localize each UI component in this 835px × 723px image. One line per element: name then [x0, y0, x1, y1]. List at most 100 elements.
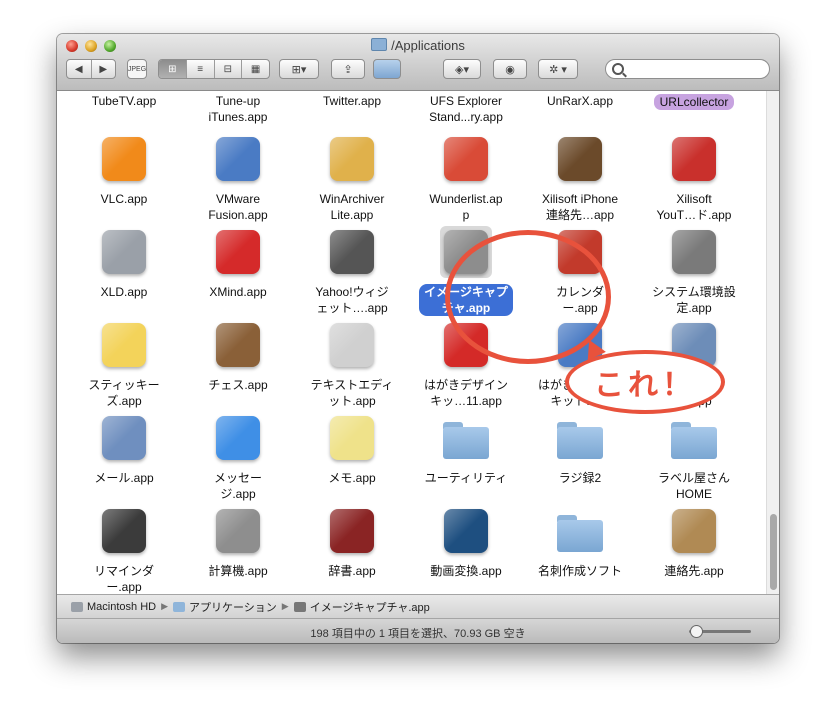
file-item[interactable]: Twitter.app — [295, 93, 409, 109]
file-item[interactable]: メモ.app — [295, 412, 409, 486]
widget-gear-icon-shape — [330, 230, 374, 274]
address-book-icon — [554, 133, 606, 185]
dropbox-button[interactable]: ◈ ▾ — [443, 59, 481, 79]
stickies-icon — [98, 319, 150, 371]
file-item[interactable]: メッセー ジ.app — [181, 412, 295, 502]
notes-icon — [326, 412, 378, 464]
forward-button[interactable]: ▶ — [92, 60, 116, 78]
file-item[interactable]: 計算機.app — [181, 505, 295, 579]
system-prefs-gear-icon-shape — [672, 230, 716, 274]
file-label: 連絡先.app — [664, 564, 724, 578]
path-item[interactable]: イメージキャプチャ.app — [310, 599, 430, 615]
file-label: Twitter.app — [322, 94, 382, 108]
file-item[interactable]: 名刺作成ソフト — [523, 505, 637, 579]
coverflow-view-button[interactable]: ▦ — [242, 60, 269, 78]
file-item[interactable]: Tune-up iTunes.app — [181, 93, 295, 125]
textedit-icon — [326, 319, 378, 371]
file-item[interactable]: Xilisoft iPhone 連絡先…app — [523, 133, 637, 223]
xld-icon — [98, 226, 150, 278]
file-item[interactable]: Yahoo!ウィジ ェット….app — [295, 226, 409, 316]
path-separator-icon: ▶ — [161, 601, 168, 611]
file-item[interactable]: WinArchiver Lite.app — [295, 133, 409, 223]
system-prefs-gear-icon — [668, 226, 720, 278]
file-item[interactable]: UnRarX.app — [523, 93, 637, 109]
youtube-icon-shape — [672, 137, 716, 181]
scroll-thumb[interactable] — [770, 514, 777, 590]
path-separator-icon: ▶ — [281, 601, 289, 611]
quicklook-button[interactable]: ◉ — [493, 59, 527, 79]
calculator-icon — [212, 505, 264, 557]
file-item[interactable]: UFS Explorer Stand...ry.app — [409, 93, 523, 125]
eye-icon: ◉ — [505, 63, 515, 76]
file-item[interactable]: リマインダ ー.app — [67, 505, 181, 594]
messages-bubble-icon — [212, 412, 264, 464]
file-item[interactable]: メール.app — [67, 412, 181, 486]
icon-size-slider[interactable] — [689, 625, 751, 638]
file-item[interactable]: 動画変換.app — [409, 505, 523, 579]
back-button[interactable]: ◀ — [67, 60, 92, 78]
toolbar: /Applications ◀ ▶ JPEG ⊞ ≡ ⊟ ▦ ⊞ ▾ ⇪ ◈ ▾ ◉… — [57, 34, 779, 91]
nav-buttons: ◀ ▶ — [66, 59, 116, 79]
file-label: Xilisoft YouT…ド.app — [656, 192, 732, 222]
stickies-icon-shape — [102, 323, 146, 367]
file-item[interactable]: URLcollector — [637, 93, 751, 111]
share-button[interactable]: ⇪ — [331, 59, 365, 79]
file-item[interactable]: XLD.app — [67, 226, 181, 300]
file-item[interactable]: ラベル屋さん HOME — [637, 412, 751, 502]
file-label: リマインダ ー.app — [93, 564, 154, 594]
file-label: XMind.app — [209, 285, 267, 299]
gear-icon: ✲ ▾ — [549, 63, 567, 76]
jpeg-file-icon[interactable]: JPEG — [127, 59, 147, 79]
mail-stamp-icon-shape — [102, 416, 146, 460]
file-item[interactable]: システム環境設 定.app — [637, 226, 751, 316]
vmware-icon-shape — [216, 137, 260, 181]
search-field[interactable] — [605, 59, 770, 79]
action-button[interactable]: ✲ ▾ — [538, 59, 578, 79]
finder-window: /Applications ◀ ▶ JPEG ⊞ ≡ ⊟ ▦ ⊞ ▾ ⇪ ◈ ▾ ◉… — [57, 34, 779, 643]
file-label: ラジ録2 — [558, 471, 602, 485]
wunderlist-icon-shape — [444, 137, 488, 181]
search-icon — [612, 63, 624, 75]
arrange-button[interactable]: ⊞ ▾ — [279, 59, 319, 79]
file-label: 名刺作成ソフト — [537, 564, 622, 578]
wunderlist-icon — [440, 133, 492, 185]
path-item[interactable]: アプリケーション — [189, 599, 277, 615]
file-label: はがきデザイン キッ…11.app — [423, 378, 508, 408]
file-item[interactable]: ユーティリティ — [409, 412, 523, 486]
dictionary-icon — [326, 505, 378, 557]
file-label: WinArchiver Lite.app — [319, 192, 385, 222]
xld-icon-shape — [102, 230, 146, 274]
file-label: システム環境設 定.app — [652, 285, 736, 315]
file-label: TubeTV.app — [91, 94, 157, 108]
hard-disk-icon — [71, 601, 83, 612]
video-convert-icon — [440, 505, 492, 557]
path-item[interactable]: Macintosh HD — [87, 601, 156, 613]
file-item[interactable]: VLC.app — [67, 133, 181, 207]
icon-view-button[interactable]: ⊞ — [159, 60, 187, 78]
calculator-icon-shape — [216, 509, 260, 553]
file-label: UnRarX.app — [546, 94, 614, 108]
file-item[interactable]: ラジ録2 — [523, 412, 637, 486]
vmware-icon — [212, 133, 264, 185]
file-item[interactable]: Xilisoft YouT…ド.app — [637, 133, 751, 223]
status-bar: 198 項目中の 1 項目を選択、70.93 GB 空き — [57, 618, 779, 643]
file-item[interactable]: 辞書.app — [295, 505, 409, 579]
status-text: 198 項目中の 1 項目を選択、70.93 GB 空き — [310, 628, 526, 640]
list-view-button[interactable]: ≡ — [187, 60, 215, 78]
file-item[interactable]: チェス.app — [181, 319, 295, 393]
file-item[interactable]: 連絡先.app — [637, 505, 751, 579]
file-item[interactable]: VMware Fusion.app — [181, 133, 295, 223]
folder-button[interactable] — [373, 59, 401, 79]
file-item[interactable]: Wunderlist.ap p — [409, 133, 523, 223]
file-label: ラベル屋さん HOME — [657, 471, 730, 501]
column-view-button[interactable]: ⊟ — [215, 60, 243, 78]
contacts-icon — [668, 505, 720, 557]
file-item[interactable]: テキストエディ ット.app — [295, 319, 409, 409]
dictionary-icon-shape — [330, 509, 374, 553]
file-item[interactable]: スティッキー ズ.app — [67, 319, 181, 409]
xmind-icon — [212, 226, 264, 278]
file-item[interactable]: XMind.app — [181, 226, 295, 300]
vertical-scrollbar[interactable] — [766, 91, 779, 594]
file-item[interactable]: TubeTV.app — [67, 93, 181, 109]
file-label: テキストエディ ット.app — [310, 378, 394, 408]
